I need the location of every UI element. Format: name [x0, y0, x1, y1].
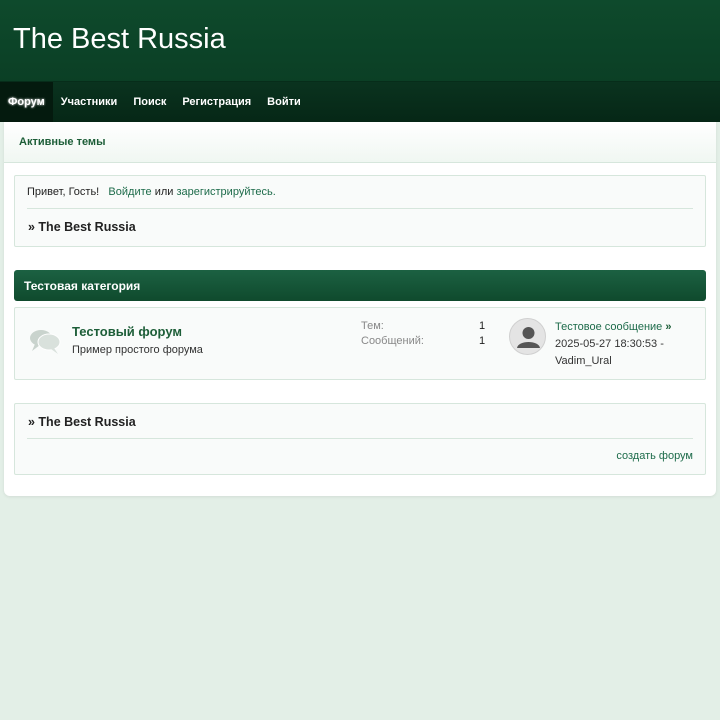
category-header[interactable]: Тестовая категория	[14, 270, 706, 301]
nav-item-login[interactable]: Войти	[259, 82, 309, 122]
login-link[interactable]: Войдите	[108, 186, 151, 198]
nav-item-forum[interactable]: Форум	[0, 82, 53, 122]
go-to-post-icon[interactable]: »	[665, 321, 671, 333]
topics-label: Тем:	[361, 320, 384, 332]
create-forum-link[interactable]: создать форум	[616, 450, 693, 462]
forum-title-link[interactable]: Тестовый форум	[72, 324, 182, 339]
avatar[interactable]	[509, 318, 546, 355]
content-panel: Активные темы Привет, Гость! Войдите или…	[4, 122, 716, 496]
posts-label: Сообщений:	[361, 335, 424, 347]
chat-bubbles-icon	[30, 330, 61, 354]
last-post-date: 2025-05-27 18:30:53 -	[555, 338, 664, 350]
footer-box: » The Best Russia создать форум	[14, 403, 706, 475]
topics-count: 1	[479, 320, 486, 332]
last-post-author[interactable]: Vadim_Ural	[555, 355, 612, 367]
site-header: The Best Russia	[0, 0, 720, 82]
main-nav: Форум Участники Поиск Регистрация Войти	[0, 82, 720, 122]
breadcrumb[interactable]: » The Best Russia	[28, 220, 136, 234]
footer-breadcrumb[interactable]: » The Best Russia	[28, 415, 136, 429]
nav-item-search[interactable]: Поиск	[125, 82, 174, 122]
or-text: или	[154, 186, 174, 198]
user-silhouette-icon	[517, 327, 540, 348]
greeting-text: Привет, Гость!	[27, 186, 100, 198]
divider	[27, 438, 693, 439]
forum-row: Тестовый форум Пример простого форума Те…	[14, 307, 706, 380]
divider	[27, 208, 693, 209]
forum-description: Пример простого форума	[72, 344, 203, 356]
register-link[interactable]: зарегистрируйтесь.	[176, 186, 275, 198]
last-post-link[interactable]: Тестовое сообщение	[555, 321, 662, 333]
welcome-box: Привет, Гость! Войдите или зарегистрируй…	[14, 175, 706, 247]
nav-item-members[interactable]: Участники	[53, 82, 126, 122]
posts-count: 1	[479, 335, 486, 347]
greeting-line: Привет, Гость! Войдите или зарегистрируй…	[27, 186, 276, 198]
active-topics-link[interactable]: Активные темы	[19, 136, 105, 148]
nav-item-register[interactable]: Регистрация	[174, 82, 259, 122]
last-post-info: Тестовое сообщение » 2025-05-27 18:30:53…	[555, 319, 672, 370]
subnav: Активные темы	[4, 122, 716, 163]
site-title[interactable]: The Best Russia	[13, 23, 226, 56]
